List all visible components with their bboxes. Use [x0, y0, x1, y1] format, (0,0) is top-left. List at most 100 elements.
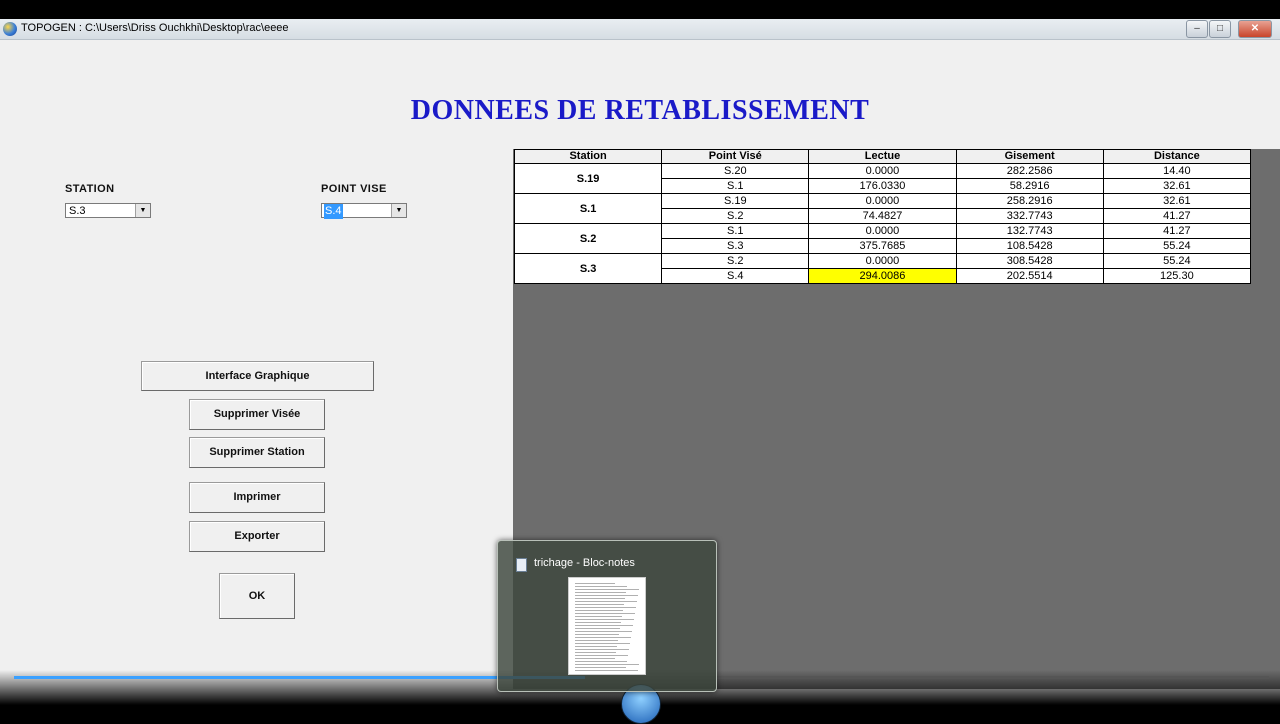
distance-cell[interactable]: 55.24	[1102, 238, 1252, 254]
lecture-cell[interactable]: 375.7685	[808, 238, 957, 254]
station-cell[interactable]: S.2	[513, 223, 663, 254]
preview-text-line	[575, 652, 616, 653]
gisement-cell[interactable]: 308.5428	[955, 253, 1104, 269]
gisement-cell[interactable]: 108.5428	[955, 238, 1104, 254]
preview-text-line	[575, 631, 632, 632]
preview-text-line	[575, 667, 626, 668]
preview-text-line	[575, 592, 626, 593]
preview-text-line	[575, 607, 636, 608]
taskbar-thumbnail-preview[interactable]: trichage - Bloc-notes	[497, 540, 717, 692]
preview-text-line	[575, 586, 627, 587]
point-vise-cell[interactable]: S.2	[661, 208, 810, 224]
chevron-down-icon[interactable]: ▼	[135, 204, 150, 217]
point-vise-cell[interactable]: S.3	[661, 238, 810, 254]
preview-text-line	[575, 670, 638, 671]
minimize-button[interactable]: –	[1186, 20, 1208, 38]
retablissement-table: Station Point Visé Lectue Gisement Dista…	[513, 149, 1252, 284]
preview-text-line	[575, 640, 618, 641]
gisement-cell[interactable]: 132.7743	[955, 223, 1104, 239]
column-header-gisement[interactable]: Gisement	[955, 149, 1104, 164]
station-cell[interactable]: S.19	[513, 163, 663, 194]
supprimer-station-button[interactable]: Supprimer Station	[189, 437, 325, 468]
preview-text-line	[575, 622, 621, 623]
lecture-cell[interactable]: 0.0000	[808, 163, 957, 179]
distance-cell[interactable]: 32.61	[1102, 193, 1252, 209]
lecture-cell[interactable]: 0.0000	[808, 193, 957, 209]
table-row[interactable]: S.1 S.19 0.0000 258.2916 32.61	[513, 193, 1252, 224]
preview-text-line	[575, 646, 617, 647]
exporter-button[interactable]: Exporter	[189, 521, 325, 552]
lecture-cell[interactable]: 0.0000	[808, 253, 957, 269]
gisement-cell[interactable]: 282.2586	[955, 163, 1104, 179]
window-title: TOPOGEN : C:\Users\Driss Ouchkhi\Desktop…	[21, 22, 289, 34]
maximize-button[interactable]: □	[1209, 20, 1231, 38]
close-button[interactable]: ✕	[1238, 20, 1272, 38]
video-top-bar	[0, 0, 1280, 19]
chevron-down-icon[interactable]: ▼	[391, 204, 406, 217]
distance-cell[interactable]: 41.27	[1102, 223, 1252, 239]
column-header-distance[interactable]: Distance	[1102, 149, 1252, 164]
lecture-cell[interactable]: 176.0330	[808, 178, 957, 194]
point-vise-cell[interactable]: S.20	[661, 163, 810, 179]
preview-text-line	[575, 613, 635, 614]
point-vise-cell[interactable]: S.4	[661, 268, 810, 284]
point-vise-cell[interactable]: S.2	[661, 253, 810, 269]
table-row[interactable]: S.3 S.2 0.0000 308.5428 55.24	[513, 253, 1252, 284]
distance-cell[interactable]: 14.40	[1102, 163, 1252, 179]
station-dropdown[interactable]: S.3 ▼	[65, 203, 151, 218]
distance-cell[interactable]: 41.27	[1102, 208, 1252, 224]
preview-text-line	[575, 625, 633, 626]
thumbnail-title: trichage - Bloc-notes	[534, 557, 635, 569]
gisement-cell[interactable]: 58.2916	[955, 178, 1104, 194]
imprimer-button[interactable]: Imprimer	[189, 482, 325, 513]
supprimer-visee-button[interactable]: Supprimer Visée	[189, 399, 325, 430]
gisement-cell[interactable]: 332.7743	[955, 208, 1104, 224]
station-cell[interactable]: S.1	[513, 193, 663, 224]
table-row[interactable]: S.19 S.20 0.0000 282.2586 14.40	[513, 163, 1252, 194]
preview-text-line	[575, 619, 634, 620]
station-label: STATION	[65, 183, 115, 195]
ok-button[interactable]: OK	[219, 573, 295, 619]
gisement-cell[interactable]: 202.5514	[955, 268, 1104, 284]
lecture-cell-highlighted[interactable]: 294.0086	[808, 268, 957, 284]
column-header-lecture[interactable]: Lectue	[808, 149, 957, 164]
preview-text-line	[575, 634, 619, 635]
preview-text-line	[575, 604, 624, 605]
point-vise-dropdown-value: S.4	[324, 204, 343, 219]
preview-text-line	[575, 610, 623, 611]
notepad-preview-image	[568, 577, 646, 675]
interface-graphique-button[interactable]: Interface Graphique	[141, 361, 374, 391]
title-bar: TOPOGEN : C:\Users\Driss Ouchkhi\Desktop…	[0, 19, 1280, 40]
point-vise-cell[interactable]: S.1	[661, 178, 810, 194]
point-vise-label: POINT VISE	[321, 183, 387, 195]
preview-text-line	[575, 589, 639, 590]
distance-cell[interactable]: 125.30	[1102, 268, 1252, 284]
preview-text-line	[575, 601, 637, 602]
lecture-cell[interactable]: 0.0000	[808, 223, 957, 239]
preview-text-line	[575, 598, 625, 599]
column-header-point-vise[interactable]: Point Visé	[661, 149, 810, 164]
point-vise-cell[interactable]: S.19	[661, 193, 810, 209]
lecture-cell[interactable]: 74.4827	[808, 208, 957, 224]
preview-text-line	[575, 628, 620, 629]
point-vise-dropdown[interactable]: S.4 ▼	[321, 203, 407, 219]
preview-text-line	[575, 664, 639, 665]
preview-text-line	[575, 655, 628, 656]
preview-text-line	[575, 616, 622, 617]
topogen-app-icon	[3, 22, 17, 36]
preview-text-line	[575, 583, 615, 584]
station-cell[interactable]: S.3	[513, 253, 663, 284]
gisement-cell[interactable]: 258.2916	[955, 193, 1104, 209]
table-header-row: Station Point Visé Lectue Gisement Dista…	[513, 149, 1252, 164]
distance-cell[interactable]: 32.61	[1102, 178, 1252, 194]
preview-text-line	[575, 643, 630, 644]
table-row[interactable]: S.2 S.1 0.0000 132.7743 41.27	[513, 223, 1252, 254]
preview-text-line	[575, 595, 638, 596]
notepad-icon	[516, 558, 527, 572]
preview-text-line	[575, 637, 631, 638]
column-header-station[interactable]: Station	[513, 149, 663, 164]
preview-text-line	[575, 658, 615, 659]
station-dropdown-value: S.3	[69, 205, 86, 217]
distance-cell[interactable]: 55.24	[1102, 253, 1252, 269]
point-vise-cell[interactable]: S.1	[661, 223, 810, 239]
